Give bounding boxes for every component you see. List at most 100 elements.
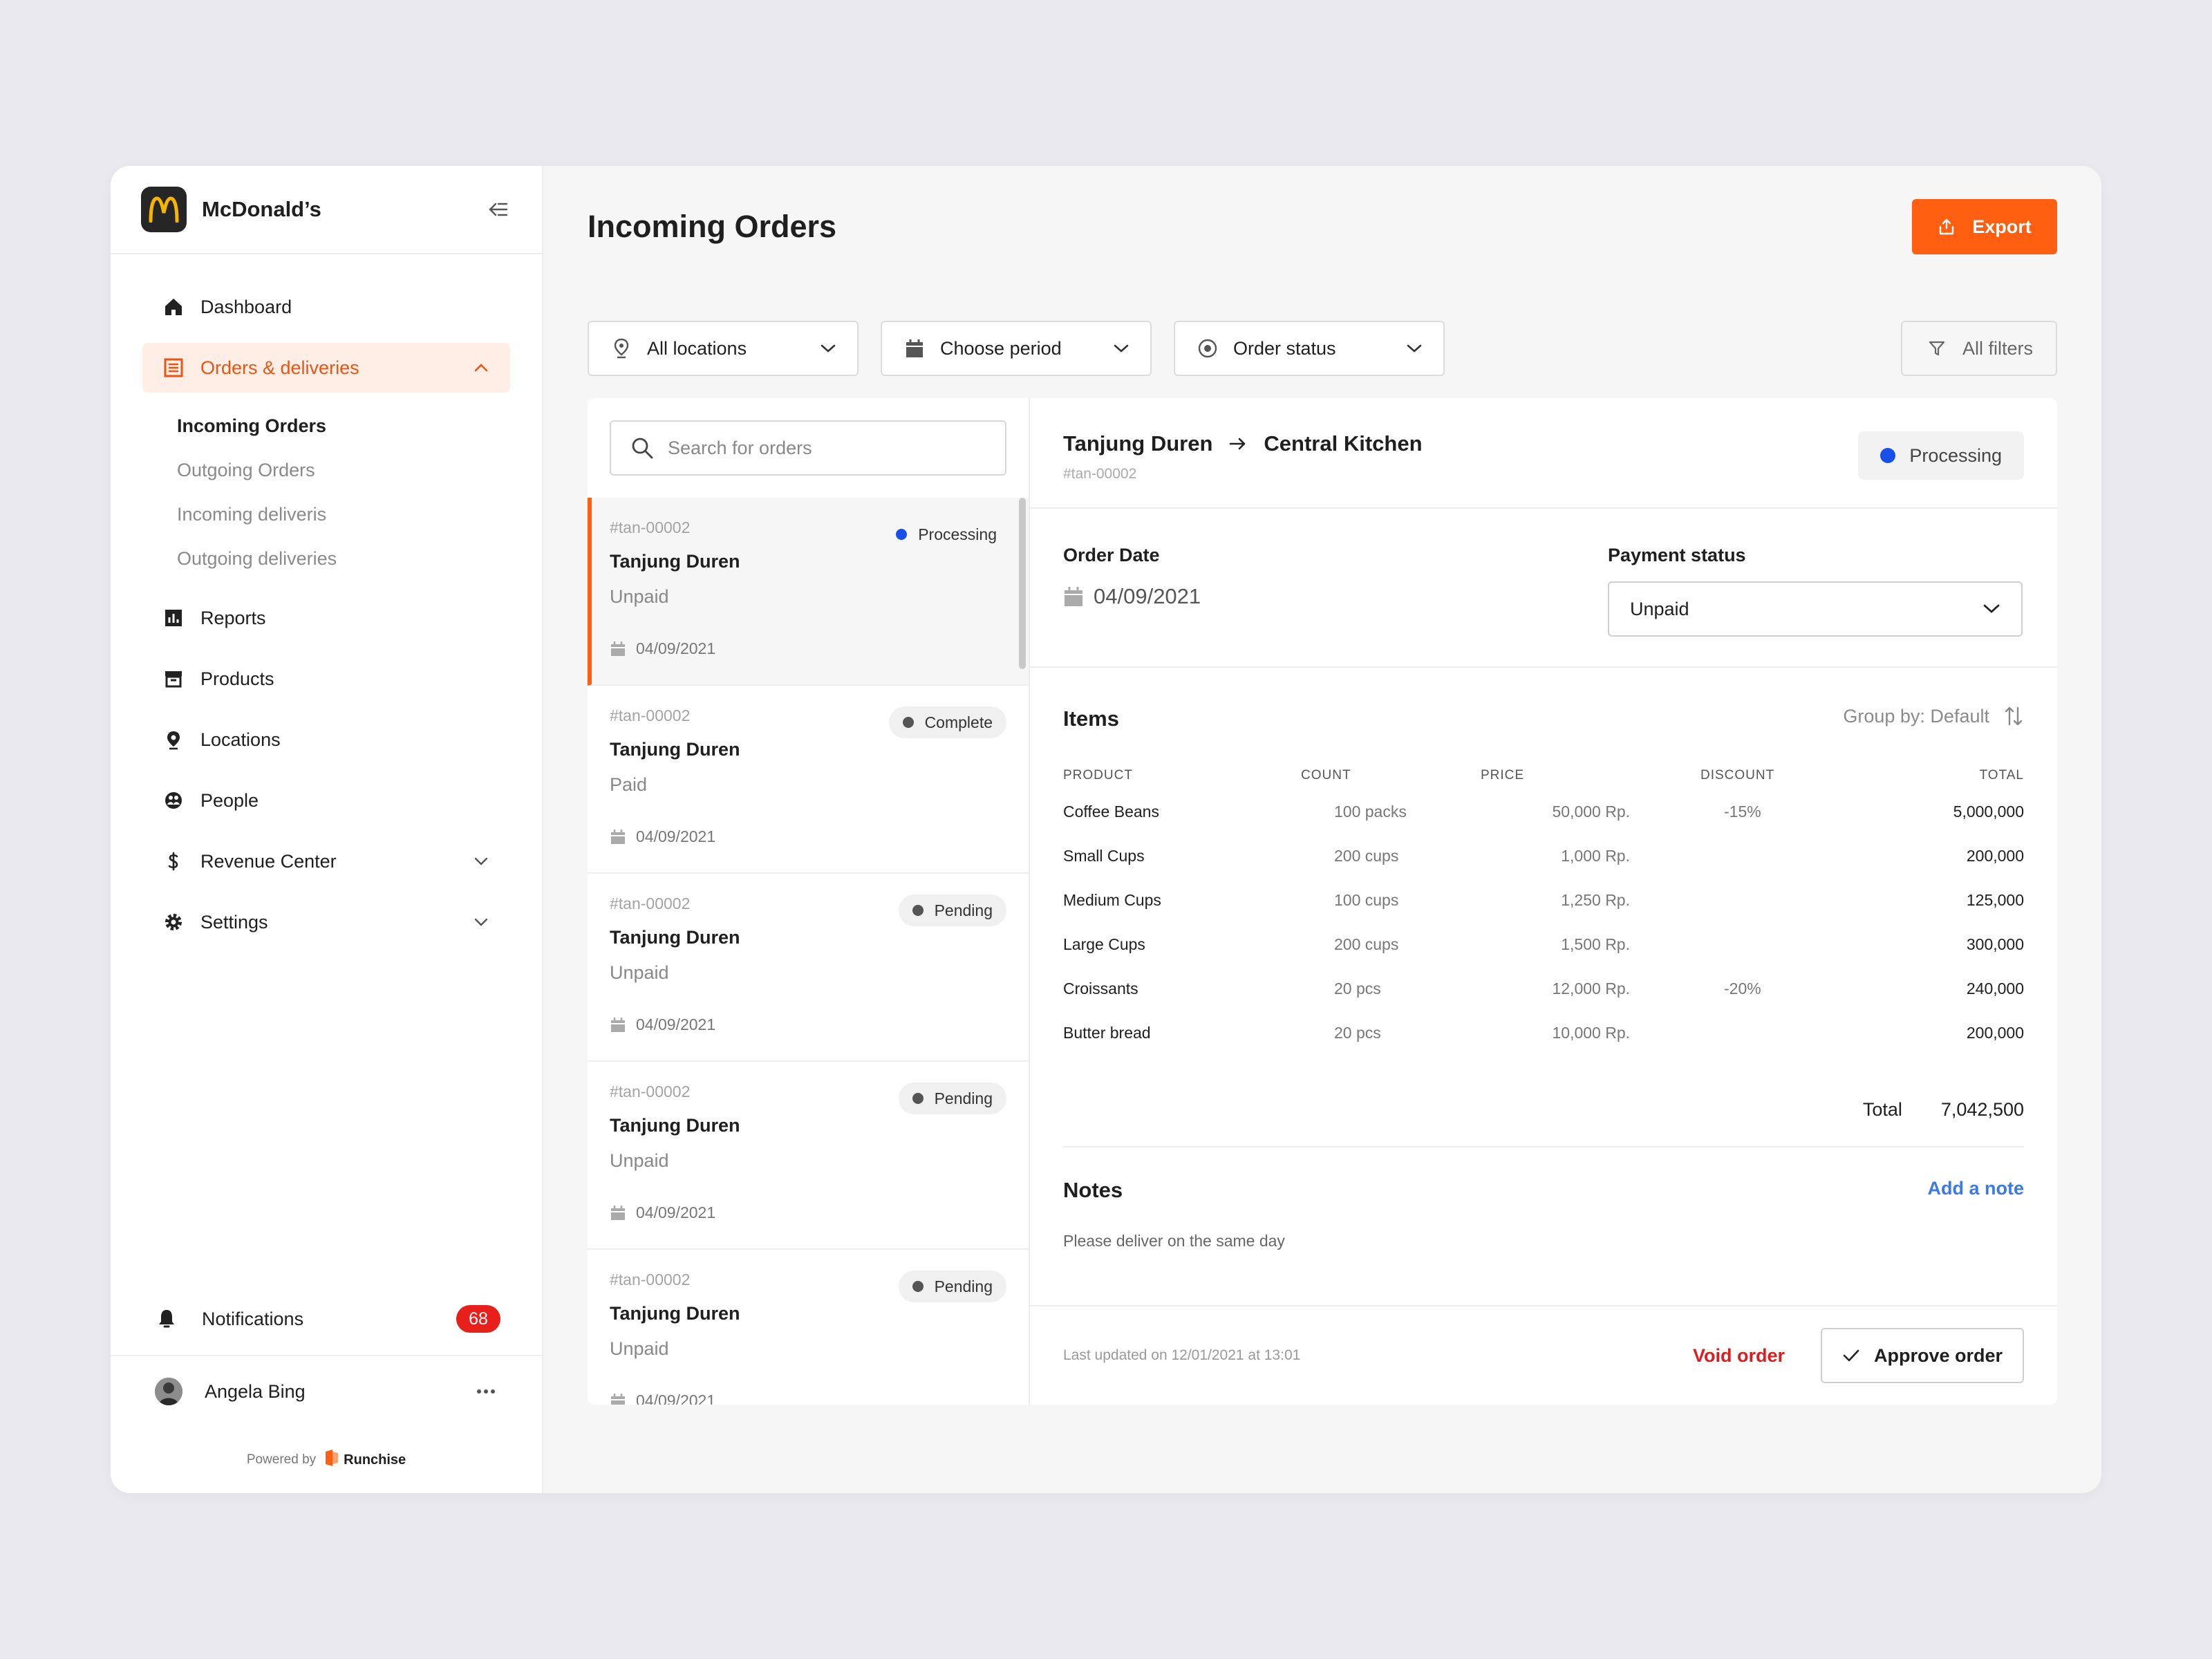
- chevron-down-icon[interactable]: [471, 852, 491, 871]
- order-date-label: Order Date: [1063, 545, 1160, 565]
- chart-icon: [162, 606, 185, 630]
- arrow-right-icon: [1229, 438, 1247, 450]
- col-count: COUNT: [1301, 768, 1351, 782]
- collapse-sidebar-icon[interactable]: [484, 196, 512, 223]
- export-button[interactable]: Export: [1912, 199, 2057, 254]
- sidebar-item-dashboard[interactable]: Dashboard: [142, 282, 510, 332]
- sidebar-item-label: Revenue Center: [200, 850, 337, 872]
- status-circle-icon: [1196, 337, 1219, 360]
- period-filter[interactable]: Choose period: [881, 321, 1152, 376]
- cell-discount: [1651, 922, 1837, 966]
- order-list-item[interactable]: #tan-00002 Tanjung Duren Unpaid 04/09/20…: [588, 1062, 1029, 1250]
- export-icon: [1938, 218, 1956, 236]
- status-filter[interactable]: Order status: [1174, 321, 1445, 376]
- cell-count: 200 cups: [1334, 935, 1399, 953]
- sidebar-item-settings[interactable]: Settings: [142, 897, 510, 947]
- payment-status-value: Unpaid: [1630, 598, 1689, 619]
- cell-count: 100 packs: [1334, 802, 1407, 821]
- void-order-button[interactable]: Void order: [1693, 1345, 1785, 1367]
- avatar: [155, 1378, 182, 1405]
- route-to: Central Kitchen: [1264, 431, 1423, 456]
- list-icon: [162, 356, 185, 379]
- sidebar-item-locations[interactable]: Locations: [142, 715, 510, 765]
- chevron-down-icon[interactable]: [471, 912, 491, 932]
- order-name: Tanjung Duren: [610, 927, 740, 948]
- cell-total: 300,000: [1966, 935, 2024, 953]
- payment-status-select[interactable]: Unpaid: [1608, 581, 2023, 637]
- sidebar-item-orders-deliveries[interactable]: Orders & deliveries: [142, 343, 510, 393]
- order-date: 04/09/2021: [610, 1203, 1006, 1222]
- cell-price: 10,000 Rp.: [1552, 1023, 1630, 1042]
- dollar-icon: [162, 850, 185, 873]
- route-from: Tanjung Duren: [1063, 431, 1213, 456]
- detail-status-badge: Processing: [1858, 431, 2024, 480]
- table-row: Large Cups 200 cups 1,500 Rp. 300,000: [1063, 922, 2024, 966]
- cell-total: 125,000: [1966, 890, 2024, 909]
- sidebar-item-label: Locations: [200, 729, 281, 750]
- chevron-up-icon[interactable]: [471, 358, 491, 377]
- group-by-control[interactable]: Group by: Default: [1843, 705, 2024, 727]
- payment-status-label: Payment status: [1608, 545, 1746, 565]
- order-name: Tanjung Duren: [610, 739, 740, 760]
- subnav-outgoing-deliveries[interactable]: Outgoing deliveries: [177, 536, 542, 581]
- add-note-link[interactable]: Add a note: [1928, 1178, 2025, 1199]
- order-date-block: Order Date 04/09/2021: [1063, 545, 1201, 609]
- subnav-outgoing-orders[interactable]: Outgoing Orders: [177, 448, 542, 492]
- location-filter-label: All locations: [647, 337, 747, 359]
- sidebar-item-reports[interactable]: Reports: [142, 593, 510, 643]
- detail-header: Tanjung Duren Central Kitchen #tan-00002…: [1030, 398, 2057, 509]
- last-updated: Last updated on 12/01/2021 at 13:01: [1063, 1347, 1301, 1363]
- order-name: Tanjung Duren: [610, 551, 740, 572]
- location-filter[interactable]: All locations: [588, 321, 859, 376]
- people-icon: [162, 789, 185, 812]
- col-total: TOTAL: [1979, 768, 2024, 782]
- more-options-icon[interactable]: [474, 1380, 498, 1403]
- user-name: Angela Bing: [205, 1380, 306, 1402]
- sidebar-item-label: Dashboard: [200, 296, 292, 317]
- search-input[interactable]: Search for orders: [610, 420, 1006, 476]
- order-list-item[interactable]: #tan-00002 Tanjung Duren Unpaid 04/09/20…: [588, 498, 1029, 686]
- order-list-item[interactable]: #tan-00002 Tanjung Duren Unpaid 04/09/20…: [588, 1250, 1029, 1405]
- order-date: 04/09/2021: [610, 639, 1006, 658]
- order-list-item[interactable]: #tan-00002 Tanjung Duren Paid 04/09/2021…: [588, 686, 1029, 874]
- order-list-scrollbar[interactable]: [1019, 498, 1026, 669]
- calendar-icon: [903, 337, 926, 360]
- cell-total: 240,000: [1966, 979, 2024, 997]
- calendar-icon: [610, 829, 626, 845]
- sidebar-item-people[interactable]: People: [142, 776, 510, 825]
- approve-label: Approve order: [1873, 1344, 2003, 1366]
- subnav-incoming-deliveries[interactable]: Incoming deliveris: [177, 492, 542, 536]
- sidebar-item-label: Orders & deliveries: [200, 357, 359, 378]
- table-row: Butter bread 20 pcs 10,000 Rp. 200,000: [1063, 1011, 2024, 1055]
- subnav-incoming-orders[interactable]: Incoming Orders: [177, 404, 542, 448]
- order-date-text: 04/09/2021: [636, 827, 716, 845]
- export-label: Export: [1972, 216, 2032, 237]
- order-list-item[interactable]: #tan-00002 Tanjung Duren Unpaid 04/09/20…: [588, 874, 1029, 1062]
- all-filters-button[interactable]: All filters: [1901, 321, 2057, 376]
- sidebar-item-revenue-center[interactable]: Revenue Center: [142, 836, 510, 886]
- notifications-row[interactable]: Notifications 68: [111, 1283, 542, 1355]
- group-by-label: Group by: Default: [1843, 705, 1989, 727]
- cell-count: 20 pcs: [1334, 979, 1381, 997]
- order-date: 04/09/2021: [610, 1015, 1006, 1034]
- cell-product: Butter bread: [1063, 1023, 1151, 1042]
- notes-text: Please deliver on the same day: [1063, 1232, 1285, 1250]
- total-label: Total: [1862, 1099, 1902, 1120]
- sidebar-item-products[interactable]: Products: [142, 654, 510, 704]
- notifications-label: Notifications: [202, 1308, 304, 1329]
- approve-order-button[interactable]: Approve order: [1821, 1328, 2024, 1383]
- user-row[interactable]: Angela Bing: [111, 1355, 542, 1427]
- order-detail: Tanjung Duren Central Kitchen #tan-00002…: [1030, 398, 2057, 1405]
- status-dot: [902, 717, 914, 728]
- box-icon: [162, 667, 185, 691]
- filter-bar: All locations Choose period Order status…: [588, 321, 2057, 376]
- cell-discount: [1651, 834, 1837, 878]
- main-content: Incoming Orders Export All locations Cho…: [543, 166, 2101, 1493]
- sort-icon: [2003, 705, 2024, 727]
- total-value: 7,042,500: [1940, 1099, 2024, 1120]
- status-filter-label: Order status: [1233, 337, 1336, 359]
- status-text: Pending: [934, 901, 993, 919]
- status-text: Processing: [918, 525, 997, 543]
- order-date: 04/09/2021: [610, 827, 1006, 846]
- notes-title: Notes: [1063, 1178, 1123, 1202]
